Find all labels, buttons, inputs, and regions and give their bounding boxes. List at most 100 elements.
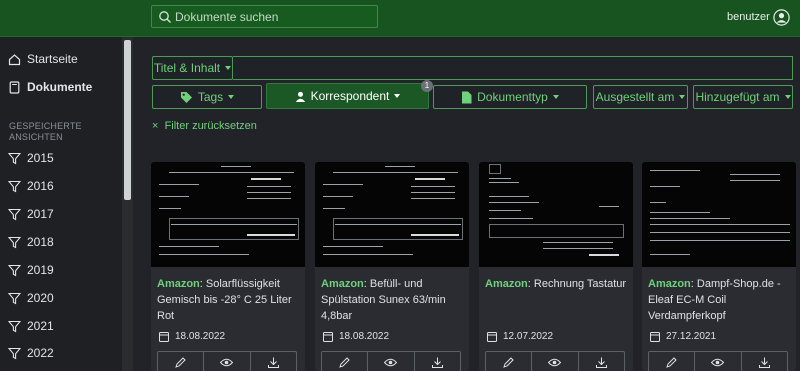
sidebar: Startseite Dokumente GESPEICHERTE ANSICH… <box>0 37 122 371</box>
correspondent-name[interactable]: Amazon <box>485 278 528 290</box>
sidebar-item-label: Startseite <box>27 52 78 66</box>
filter-icon <box>8 292 21 304</box>
sidebar-scrollbar-thumb[interactable] <box>124 40 131 200</box>
edit-button[interactable] <box>486 352 533 371</box>
saved-view-label: 2015 <box>27 151 54 165</box>
saved-view-2016[interactable]: 2016 <box>8 174 54 198</box>
tags-filter-button[interactable]: Tags <box>152 85 262 109</box>
edit-button[interactable] <box>158 352 205 371</box>
chevron-down-icon <box>679 95 686 99</box>
document-thumbnail[interactable] <box>642 162 796 267</box>
pencil-icon <box>503 356 514 368</box>
sidebar-item-startseite[interactable]: Startseite <box>8 47 78 71</box>
document-type-label: Dokumenttyp <box>477 90 548 104</box>
issued-label: Ausgestellt am <box>595 90 675 104</box>
download-icon <box>267 357 279 368</box>
correspondent-name[interactable]: Amazon <box>648 278 691 290</box>
document-title-text: Rechnung Tastatur <box>533 278 627 290</box>
chevron-down-icon <box>228 95 235 99</box>
saved-view-label: 2022 <box>27 346 54 360</box>
saved-view-2017[interactable]: 2017 <box>8 202 54 226</box>
date-text: 27.12.2021 <box>666 331 717 342</box>
document-date: 18.08.2022 <box>159 331 225 342</box>
date-text: 18.08.2022 <box>339 331 390 342</box>
tags-label: Tags <box>197 90 224 104</box>
edit-button[interactable] <box>649 352 696 371</box>
saved-view-2015[interactable]: 2015 <box>8 146 54 170</box>
download-icon <box>595 357 607 368</box>
filter-icon <box>8 180 21 192</box>
saved-view-2020[interactable]: 2020 <box>8 286 54 310</box>
user-avatar-icon[interactable] <box>773 9 790 26</box>
saved-view-2019[interactable]: 2019 <box>8 258 54 282</box>
edit-button[interactable] <box>322 352 369 371</box>
chevron-down-icon <box>552 95 559 99</box>
document-card[interactable]: Amazon: Solarflüssigkeit Gemisch bis -28… <box>151 162 305 371</box>
title-content-label: Titel & Inhalt <box>153 61 221 75</box>
download-icon <box>758 357 770 368</box>
document-thumbnail[interactable] <box>151 162 305 267</box>
top-bar: Dokumente suchen benutzer <box>0 0 800 37</box>
house-icon <box>8 53 21 65</box>
title-content-dropdown[interactable]: Titel & Inhalt <box>152 56 233 80</box>
calendar-icon <box>323 332 333 342</box>
saved-view-label: 2017 <box>27 207 54 221</box>
date-text: 12.07.2022 <box>503 331 554 342</box>
eye-icon <box>711 358 725 366</box>
eye-icon <box>384 358 398 366</box>
document-title: Amazon: Solarflüssigkeit Gemisch bis -28… <box>157 278 292 322</box>
document-date: 18.08.2022 <box>323 331 389 342</box>
document-icon <box>9 80 20 94</box>
pencil-icon <box>175 356 186 368</box>
document-title: Amazon: Befüll- und Spülstation Sunex 63… <box>321 278 446 322</box>
reset-filters-link[interactable]: × Filter zurücksetzen <box>152 120 257 132</box>
saved-view-label: 2016 <box>27 179 54 193</box>
document-title: Amazon: Dampf-Shop.de - Eleaf EC-M Coil … <box>648 278 781 322</box>
document-date: 27.12.2021 <box>650 331 716 342</box>
preview-button[interactable] <box>204 352 251 371</box>
added-date-filter-button[interactable]: Hinzugefügt am <box>693 85 793 109</box>
correspondent-label: Korrespondent <box>310 89 390 103</box>
filter-icon <box>8 320 21 332</box>
sidebar-item-label: Dokumente <box>27 80 93 94</box>
preview-button[interactable] <box>532 352 579 371</box>
filter-icon <box>8 236 21 248</box>
chevron-down-icon <box>225 66 232 70</box>
document-thumbnail[interactable] <box>479 162 633 267</box>
eye-icon <box>220 358 234 366</box>
issued-date-filter-button[interactable]: Ausgestellt am <box>593 85 688 109</box>
filter-icon <box>8 152 21 164</box>
preview-button[interactable] <box>695 352 742 371</box>
search-input[interactable]: Dokumente suchen <box>151 5 378 28</box>
chevron-down-icon <box>394 94 401 98</box>
search-placeholder: Dokumente suchen <box>175 10 279 24</box>
sidebar-item-dokumente[interactable]: Dokumente <box>8 75 92 99</box>
preview-button[interactable] <box>368 352 415 371</box>
saved-view-label: 2021 <box>27 319 54 333</box>
calendar-icon <box>159 332 169 342</box>
title-content-search-field[interactable] <box>233 56 793 80</box>
saved-view-2018[interactable]: 2018 <box>8 230 54 254</box>
download-button[interactable] <box>251 352 296 371</box>
calendar-icon <box>650 332 660 342</box>
download-button[interactable] <box>415 352 460 371</box>
saved-view-2021[interactable]: 2021 <box>8 314 54 338</box>
correspondent-name[interactable]: Amazon <box>321 278 364 290</box>
tag-icon <box>180 91 192 103</box>
search-icon <box>159 11 171 23</box>
document-type-filter-button[interactable]: Dokumenttyp <box>433 85 587 109</box>
document-thumbnail[interactable] <box>315 162 469 267</box>
document-actions <box>157 351 297 371</box>
document-card[interactable]: Amazon: Rechnung Tastatur 12.07.2022 <box>479 162 633 371</box>
correspondent-filter-button[interactable]: Korrespondent <box>266 83 429 109</box>
saved-view-2022[interactable]: 2022 <box>8 341 54 365</box>
calendar-icon <box>487 332 497 342</box>
document-card[interactable]: Amazon: Dampf-Shop.de - Eleaf EC-M Coil … <box>642 162 796 371</box>
user-name[interactable]: benutzer <box>727 11 770 23</box>
document-card[interactable]: Amazon: Befüll- und Spülstation Sunex 63… <box>315 162 469 371</box>
download-button[interactable] <box>579 352 624 371</box>
download-button[interactable] <box>742 352 787 371</box>
document-actions <box>321 351 461 371</box>
correspondent-name[interactable]: Amazon <box>157 278 200 290</box>
close-icon: × <box>152 120 159 132</box>
